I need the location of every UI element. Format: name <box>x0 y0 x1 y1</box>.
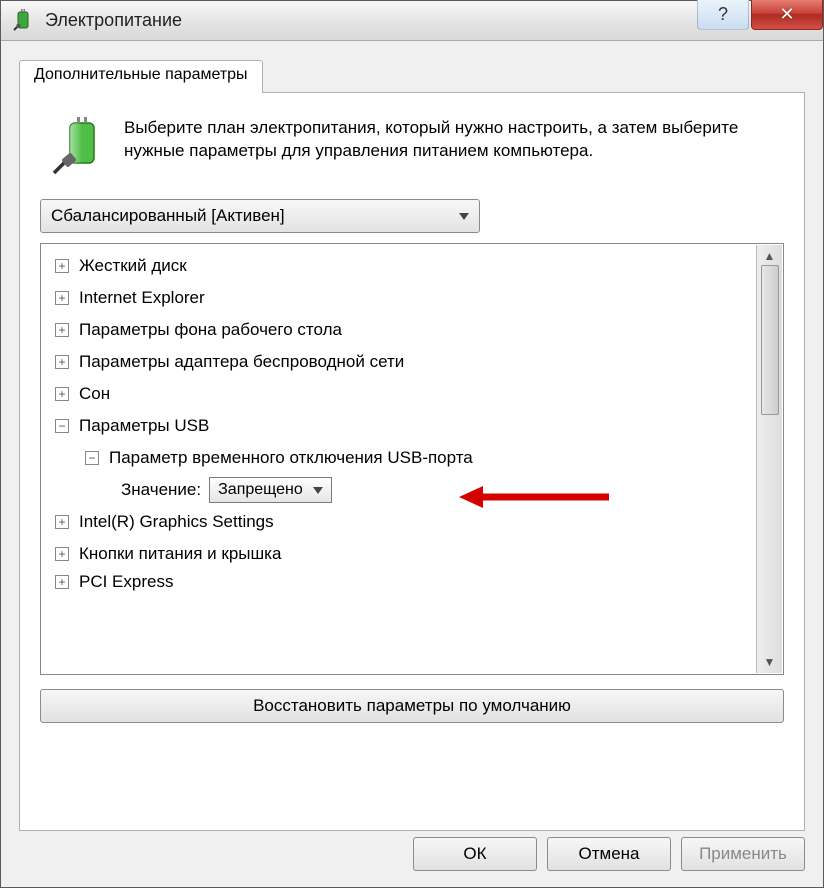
expand-icon[interactable]: + <box>55 259 69 273</box>
plan-dropdown-row: Сбалансированный [Активен] <box>40 199 784 233</box>
tree-item-usb-suspend[interactable]: −Параметр временного отключения USB-порт… <box>85 442 753 474</box>
help-button[interactable]: ? <box>697 0 749 30</box>
tree-item-usb-value: Значение: Запрещено <box>121 474 753 506</box>
value-dropdown[interactable]: Запрещено <box>209 477 332 503</box>
tab-row: Дополнительные параметры <box>19 59 805 93</box>
tree-item-hdd[interactable]: +Жесткий диск <box>55 250 753 282</box>
close-button[interactable]: ✕ <box>751 0 823 30</box>
tree-item-desktop-bg[interactable]: +Параметры фона рабочего стола <box>55 314 753 346</box>
value-dropdown-selected: Запрещено <box>218 481 303 499</box>
expand-icon[interactable]: + <box>55 323 69 337</box>
tree-item-ie[interactable]: +Internet Explorer <box>55 282 753 314</box>
tree-item-sleep[interactable]: +Сон <box>55 378 753 410</box>
tree-item-intel-graphics[interactable]: +Intel(R) Graphics Settings <box>55 506 753 538</box>
expand-icon[interactable]: + <box>55 515 69 529</box>
restore-defaults-button[interactable]: Восстановить параметры по умолчанию <box>40 689 784 723</box>
power-options-window: Электропитание ? ✕ Дополнительные параме… <box>0 0 824 888</box>
power-icon <box>11 9 35 33</box>
apply-button[interactable]: Применить <box>681 837 805 871</box>
window-controls: ? ✕ <box>697 1 823 40</box>
intro-text: Выберите план электропитания, который ну… <box>124 117 784 181</box>
tab-panel: Выберите план электропитания, который ну… <box>19 93 805 831</box>
chevron-down-icon <box>459 213 469 220</box>
tree-item-pci-express[interactable]: +PCI Express <box>55 570 753 594</box>
value-label: Значение: <box>121 480 201 500</box>
scrollbar[interactable]: ▲ ▼ <box>756 245 782 673</box>
collapse-icon[interactable]: − <box>85 451 99 465</box>
expand-icon[interactable]: + <box>55 355 69 369</box>
expand-icon[interactable]: + <box>55 575 69 589</box>
tree-item-power-buttons[interactable]: +Кнопки питания и крышка <box>55 538 753 570</box>
dialog-body: Дополнительные параметры Выберите план э… <box>1 41 823 849</box>
chevron-down-icon <box>313 487 323 494</box>
scroll-down-icon[interactable]: ▼ <box>764 655 776 669</box>
dialog-buttons: ОК Отмена Применить <box>413 837 805 871</box>
expand-icon[interactable]: + <box>55 387 69 401</box>
restore-row: Восстановить параметры по умолчанию <box>40 689 784 723</box>
window-title: Электропитание <box>45 10 697 31</box>
expand-icon[interactable]: + <box>55 547 69 561</box>
battery-plug-icon <box>46 117 110 181</box>
cancel-button[interactable]: Отмена <box>547 837 671 871</box>
collapse-icon[interactable]: − <box>55 419 69 433</box>
ok-button[interactable]: ОК <box>413 837 537 871</box>
titlebar: Электропитание ? ✕ <box>1 1 823 41</box>
settings-tree: +Жесткий диск +Internet Explorer +Параме… <box>40 243 784 675</box>
scrollbar-thumb[interactable] <box>761 265 779 415</box>
tab-advanced[interactable]: Дополнительные параметры <box>19 60 263 94</box>
expand-icon[interactable]: + <box>55 291 69 305</box>
tree-item-wireless[interactable]: +Параметры адаптера беспроводной сети <box>55 346 753 378</box>
intro-row: Выберите план электропитания, который ну… <box>46 117 784 181</box>
plan-dropdown[interactable]: Сбалансированный [Активен] <box>40 199 480 233</box>
scroll-up-icon[interactable]: ▲ <box>764 249 776 263</box>
plan-dropdown-value: Сбалансированный [Активен] <box>51 206 285 226</box>
tree-item-usb[interactable]: −Параметры USB <box>55 410 753 442</box>
